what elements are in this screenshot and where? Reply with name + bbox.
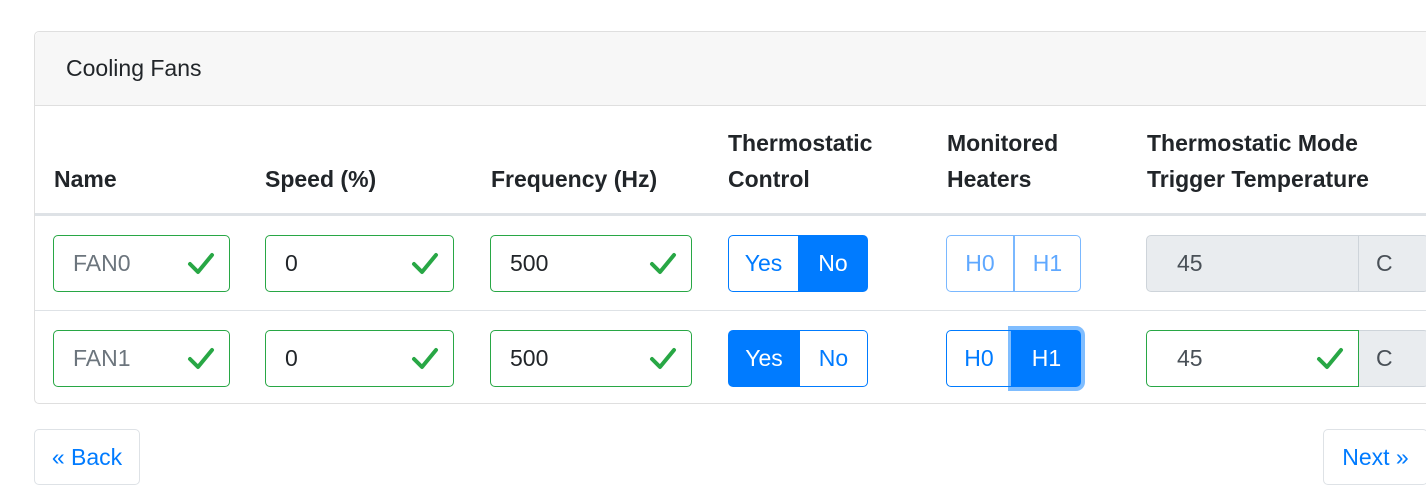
- back-button[interactable]: « Back: [34, 429, 140, 485]
- fan1-heaters-toggle: H0 H1: [946, 330, 1081, 387]
- header-speed: Speed (%): [265, 166, 377, 192]
- valid-check-icon: [1317, 348, 1343, 369]
- fan1-heater-h1-button[interactable]: H1: [1012, 330, 1081, 387]
- next-button[interactable]: Next »: [1323, 429, 1426, 485]
- fan1-trigger-temp-group: 45 C: [1146, 330, 1426, 387]
- fan0-trigger-temp-group: 45 C: [1146, 235, 1426, 292]
- fan0-thermostatic-yes-button[interactable]: Yes: [728, 235, 799, 292]
- fan0-heater-h0-button[interactable]: H0: [946, 235, 1014, 292]
- fan0-heaters-toggle: H0 H1: [946, 235, 1081, 292]
- valid-check-icon: [412, 253, 438, 274]
- header-name: Name: [54, 166, 117, 192]
- table-row-divider: [35, 310, 1426, 311]
- fan0-thermostatic-toggle: Yes No: [728, 235, 868, 292]
- valid-check-icon: [650, 348, 676, 369]
- table-header-divider: [35, 213, 1426, 216]
- header-frequency: Frequency (Hz): [491, 166, 658, 192]
- card-title: Cooling Fans: [66, 55, 202, 81]
- fan0-name-input[interactable]: FAN0: [53, 235, 230, 292]
- fan1-temp-unit: C: [1359, 330, 1426, 387]
- fan0-heater-h1-button[interactable]: H1: [1014, 235, 1081, 292]
- fan1-thermostatic-yes-button[interactable]: Yes: [728, 330, 800, 387]
- fan1-name-input[interactable]: FAN1: [53, 330, 230, 387]
- valid-check-icon: [188, 348, 214, 369]
- fan0-thermostatic-no-button[interactable]: No: [799, 235, 868, 292]
- fan0-temp-unit: C: [1359, 235, 1426, 292]
- fan0-speed-input[interactable]: 0: [265, 235, 454, 292]
- card-header: Cooling Fans: [35, 32, 1426, 106]
- fan1-trigger-temp-input[interactable]: 45: [1146, 330, 1359, 387]
- fan1-heater-h0-button[interactable]: H0: [946, 330, 1012, 387]
- cooling-fans-card: Cooling Fans Name Speed (%) Frequency (H…: [34, 31, 1426, 404]
- header-monitored-heaters: Monitored Heaters: [947, 130, 1059, 192]
- fan0-frequency-input[interactable]: 500: [490, 235, 692, 292]
- fan1-thermostatic-toggle: Yes No: [728, 330, 868, 387]
- header-thermostatic-control: Thermostatic Control: [728, 130, 873, 192]
- valid-check-icon: [650, 253, 676, 274]
- fan1-frequency-input[interactable]: 500: [490, 330, 692, 387]
- fan1-speed-input[interactable]: 0: [265, 330, 454, 387]
- fan1-thermostatic-no-button[interactable]: No: [800, 330, 868, 387]
- header-trigger-temperature: Thermostatic Mode Trigger Temperature: [1147, 130, 1369, 192]
- valid-check-icon: [412, 348, 438, 369]
- valid-check-icon: [188, 253, 214, 274]
- fan0-trigger-temp-input[interactable]: 45: [1146, 235, 1359, 292]
